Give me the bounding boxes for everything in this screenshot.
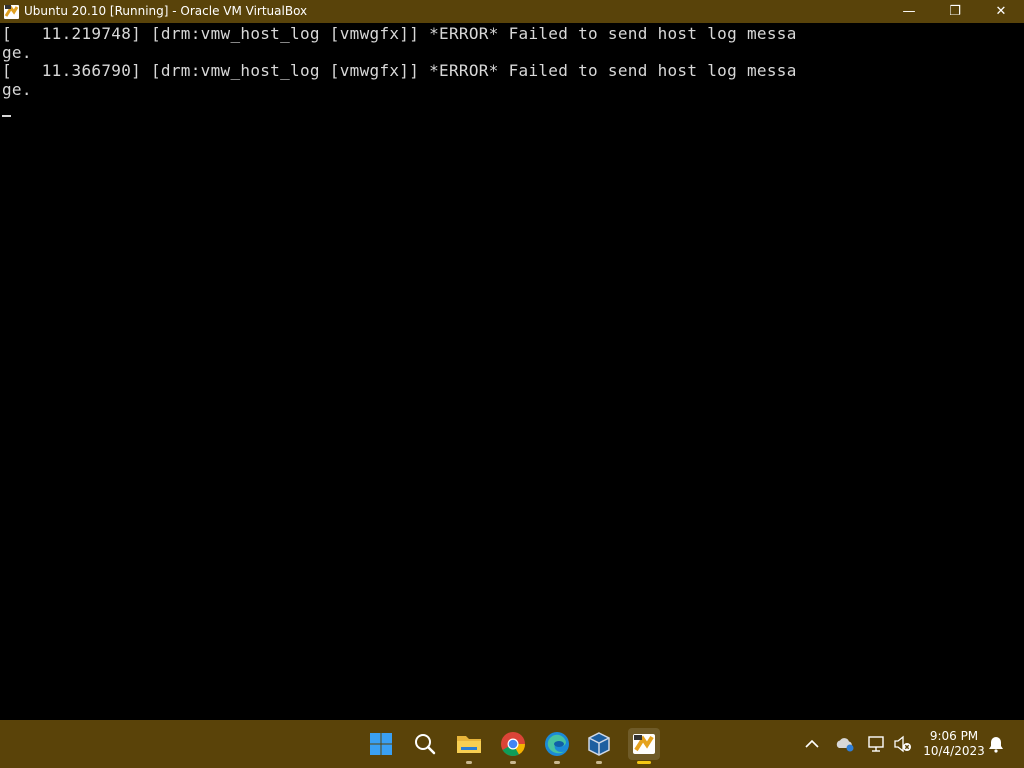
chevron-up-icon <box>805 739 819 748</box>
active-indicator <box>637 761 651 764</box>
folder-icon <box>457 736 481 753</box>
virtualbox-vm-icon <box>3 3 20 20</box>
show-hidden-icons-button[interactable] <box>802 732 822 756</box>
running-indicator <box>554 761 560 764</box>
maximize-button[interactable]: ❐ <box>932 0 978 23</box>
window-title: Ubuntu 20.10 [Running] - Oracle VM Virtu… <box>24 4 308 18</box>
network-icon <box>868 736 884 752</box>
window-title-bar[interactable]: Ubuntu 20.10 [Running] - Oracle VM Virtu… <box>0 0 1024 23</box>
minimize-button[interactable]: — <box>886 0 932 23</box>
virtualbox-manager-button[interactable] <box>583 728 615 764</box>
running-indicator <box>596 761 602 764</box>
running-indicator <box>466 761 472 764</box>
console-line: [ 11.366790] [drm:vmw_host_log [vmwgfx]]… <box>2 61 797 80</box>
chrome-icon <box>501 732 525 757</box>
clock[interactable]: 9:06 PM 10/4/2023 <box>918 729 990 759</box>
onedrive-icon <box>836 738 854 752</box>
running-indicator <box>510 761 516 764</box>
start-button[interactable] <box>365 728 397 760</box>
virtualbox-vm-button[interactable] <box>628 728 660 764</box>
search-icon <box>415 734 436 755</box>
edge-icon <box>545 732 569 756</box>
chrome-button[interactable] <box>497 728 529 764</box>
volume-muted-icon <box>894 735 911 753</box>
clock-date: 10/4/2023 <box>923 744 985 758</box>
vm-console[interactable]: [ 11.219748] [drm:vmw_host_log [vmwgfx]]… <box>0 23 1024 720</box>
volume-button[interactable] <box>891 732 915 756</box>
console-line: [ 11.219748] [drm:vmw_host_log [vmwgfx]]… <box>2 24 797 43</box>
onedrive-button[interactable] <box>833 732 857 756</box>
search-button[interactable] <box>409 728 441 760</box>
console-line: ge. <box>2 80 32 99</box>
edge-button[interactable] <box>541 728 573 764</box>
clock-time: 9:06 PM <box>929 729 979 743</box>
text-cursor <box>2 115 11 117</box>
network-button[interactable] <box>865 732 889 756</box>
virtualbox-icon <box>588 732 610 756</box>
virtualbox-vm-icon <box>633 734 655 754</box>
console-line: ge. <box>2 43 32 62</box>
taskbar <box>0 720 1024 768</box>
close-button[interactable]: ✕ <box>978 0 1024 23</box>
windows-start-icon <box>370 733 392 755</box>
file-explorer-button[interactable] <box>453 728 485 764</box>
